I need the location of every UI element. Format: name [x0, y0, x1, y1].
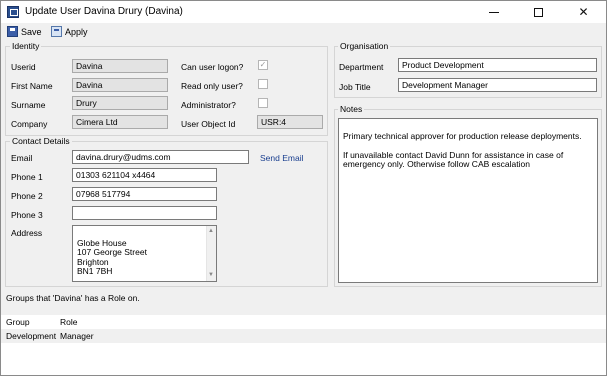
email-label: Email	[11, 153, 33, 163]
can-logon-label: Can user logon?	[181, 62, 244, 72]
table-row[interactable]: Development Manager	[1, 329, 606, 343]
phone3-field[interactable]	[72, 206, 217, 220]
department-label: Department	[339, 62, 384, 72]
window-title: Update User Davina Drury (Davina)	[25, 6, 183, 17]
email-field[interactable]: davina.drury@udms.com	[72, 150, 249, 164]
notes-title: Notes	[338, 104, 365, 114]
minimize-button[interactable]	[471, 1, 516, 23]
app-icon	[7, 6, 19, 18]
column-header-group[interactable]: Group	[6, 317, 30, 327]
object-id-label: User Object Id	[181, 119, 236, 129]
apply-icon	[51, 26, 62, 37]
minimize-icon	[488, 11, 499, 13]
company-label: Company	[11, 119, 48, 129]
firstname-field: Davina	[72, 78, 168, 92]
company-field: Cimera Ltd	[72, 115, 168, 129]
address-scrollbar[interactable]: ▲ ▼	[206, 226, 216, 281]
groups-grid: Group Role Development Manager	[1, 315, 606, 375]
apply-label: Apply	[65, 26, 88, 37]
toolbar: Save Apply	[1, 23, 606, 40]
save-disk-icon	[7, 26, 18, 37]
apply-button[interactable]: Apply	[51, 24, 88, 39]
object-id-field: USR:4	[257, 115, 323, 129]
userid-label: Userid	[11, 62, 36, 72]
close-icon: ✕	[578, 5, 589, 19]
phone1-label: Phone 1	[11, 172, 43, 182]
can-logon-checkbox[interactable]: ✓	[258, 60, 268, 70]
notes-text: Primary technical approver for productio…	[343, 130, 582, 169]
group-cell: Development	[6, 331, 57, 341]
administrator-checkbox[interactable]	[258, 98, 268, 108]
phone2-field[interactable]: 07968 517794	[72, 187, 217, 201]
surname-field: Drury	[72, 96, 168, 110]
close-button[interactable]: ✕	[561, 1, 606, 23]
firstname-label: First Name	[11, 81, 53, 91]
organisation-title: Organisation	[338, 41, 391, 51]
role-cell: Manager	[60, 331, 94, 341]
title-bar: Update User Davina Drury (Davina) ✕	[1, 1, 606, 23]
address-label: Address	[11, 228, 43, 238]
maximize-icon	[534, 7, 543, 17]
address-textarea[interactable]: Globe House 107 George Street Brighton B…	[72, 225, 217, 282]
scroll-up-icon[interactable]: ▲	[208, 227, 214, 237]
maximize-button[interactable]	[516, 1, 561, 23]
surname-label: Surname	[11, 100, 46, 110]
jobtitle-field[interactable]: Development Manager	[398, 78, 597, 92]
address-text: Globe House 107 George Street Brighton B…	[77, 237, 147, 276]
read-only-checkbox[interactable]	[258, 79, 268, 89]
save-label: Save	[21, 26, 42, 37]
groups-grid-header: Group Role	[1, 315, 606, 329]
groups-caption: Groups that 'Davina' has a Role on.	[6, 293, 140, 303]
send-email-link[interactable]: Send Email	[260, 153, 303, 163]
phone1-field[interactable]: 01303 621104 x4464	[72, 168, 217, 182]
department-field[interactable]: Product Development	[398, 58, 597, 72]
identity-title: Identity	[10, 41, 42, 51]
phone2-label: Phone 2	[11, 191, 43, 201]
update-user-window: Update User Davina Drury (Davina) ✕ Save…	[0, 0, 607, 376]
jobtitle-label: Job Title	[339, 82, 371, 92]
column-header-role[interactable]: Role	[60, 317, 77, 327]
phone3-label: Phone 3	[11, 210, 43, 220]
administrator-label: Administrator?	[181, 100, 236, 110]
userid-field: Davina	[72, 59, 168, 73]
scroll-down-icon[interactable]: ▼	[208, 271, 214, 281]
notes-textarea[interactable]: Primary technical approver for productio…	[338, 118, 598, 283]
read-only-label: Read only user?	[181, 81, 243, 91]
contact-title: Contact Details	[10, 136, 72, 146]
save-button[interactable]: Save	[7, 24, 42, 39]
